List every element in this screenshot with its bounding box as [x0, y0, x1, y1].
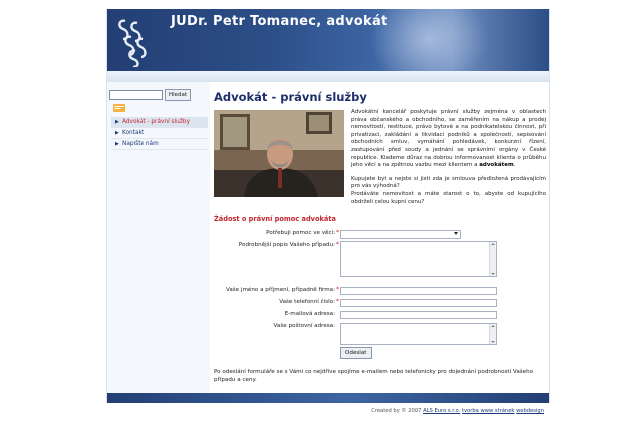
textarea-scrollbar[interactable] [489, 324, 496, 344]
sidebar-item-label: Kontakt [122, 130, 145, 136]
rss-feed-icon[interactable] [113, 104, 125, 112]
address-textarea[interactable] [340, 323, 497, 345]
search-button[interactable]: Hledat [165, 89, 192, 101]
details-label: Podrobnější popis Vašeho případu: [238, 242, 335, 248]
topic-label: Potřebuji pomoc ve věci: [266, 230, 335, 236]
submit-button[interactable]: Odeslat [340, 347, 372, 359]
email-label: E-mailová adresa: [284, 311, 335, 317]
company-link[interactable]: ALS Euro s.r.o. [423, 408, 460, 414]
scroll-up-icon [491, 243, 495, 245]
intro-text-end: . [513, 162, 516, 169]
web-creation-link[interactable]: tvorba www stránek [462, 408, 514, 414]
paragraph-logo-icon [118, 19, 147, 67]
arrow-right-icon: ▶ [115, 119, 119, 125]
sidebar-nav: ▶ Advokát - právní služby ▶ Kontakt ▶ Na… [111, 117, 208, 150]
sidebar: Hledat ▶ Advokát - právní služby ▶ Konta… [107, 82, 210, 393]
phone-field[interactable] [340, 299, 497, 307]
scroll-down-icon [491, 341, 495, 343]
intro-text: Advokátní kancelář poskytuje právní služ… [351, 109, 546, 212]
intro-text-start: Advokátní kancelář poskytuje právní služ… [351, 109, 546, 169]
search-input[interactable] [109, 90, 163, 100]
details-textarea[interactable] [340, 241, 497, 277]
sidebar-item-label: Advokát - právní služby [122, 119, 191, 125]
page-title: Advokát - právní služby [214, 90, 367, 104]
required-mark: * [336, 286, 339, 293]
footer-bar [107, 393, 549, 403]
address-label: Vaše poštovní adresa: [273, 323, 335, 329]
scroll-up-icon [491, 325, 495, 327]
intro-paragraph: Advokátní kancelář poskytuje právní služ… [351, 109, 546, 170]
required-mark: * [336, 298, 339, 305]
form-note: Po odeslání formuláře se s Vámi co nejdř… [214, 369, 534, 383]
email-field[interactable] [340, 311, 497, 319]
sidebar-item-label: Napište nám [122, 141, 159, 147]
arrow-right-icon: ▶ [115, 130, 119, 136]
name-field[interactable] [340, 287, 497, 295]
intro-question-1: Kupujete byt a nejste si jisti zda je sm… [351, 175, 546, 190]
textarea-scrollbar[interactable] [489, 242, 496, 276]
sidebar-item-napiste-nam[interactable]: ▶ Napište nám [111, 139, 208, 150]
page-frame: JUDr. Petr Tomanec, advokát Hledat ▶ Adv… [106, 9, 550, 403]
main-content: Advokát - právní služby Advokátní kancel… [213, 82, 549, 393]
footer-credit: Created by © 2007 ALS Euro s.r.o. tvorba… [371, 408, 544, 414]
intro-paragraph: Kupujete byt a nejste si jisti zda je sm… [351, 176, 546, 206]
intro-bold-word: advokátem [479, 162, 514, 169]
credit-text: Created by © 2007 [371, 408, 424, 414]
webdesign-link[interactable]: webdesign [516, 408, 544, 414]
header-subbar [107, 71, 549, 82]
name-label: Vaše jméno a příjmení, případně firma: [225, 287, 335, 293]
lawyer-photo [214, 110, 344, 197]
scroll-down-icon [491, 273, 495, 275]
required-mark: * [336, 241, 339, 248]
topic-select[interactable] [340, 230, 461, 239]
header-banner: JUDr. Petr Tomanec, advokát [107, 9, 549, 71]
required-mark: * [336, 229, 339, 236]
intro-question-2: Prodáváte nemovitost a máte starost o to… [351, 190, 546, 205]
form-title: Žádost o právní pomoc advokáta [214, 215, 336, 223]
site-title: JUDr. Petr Tomanec, advokát [171, 14, 388, 29]
phone-label: Vaše telefonní číslo: [279, 299, 335, 305]
chevron-down-icon [454, 232, 458, 235]
sidebar-item-kontakt[interactable]: ▶ Kontakt [111, 128, 208, 139]
sidebar-item-advokat[interactable]: ▶ Advokát - právní služby [111, 117, 208, 128]
arrow-right-icon: ▶ [115, 141, 119, 147]
